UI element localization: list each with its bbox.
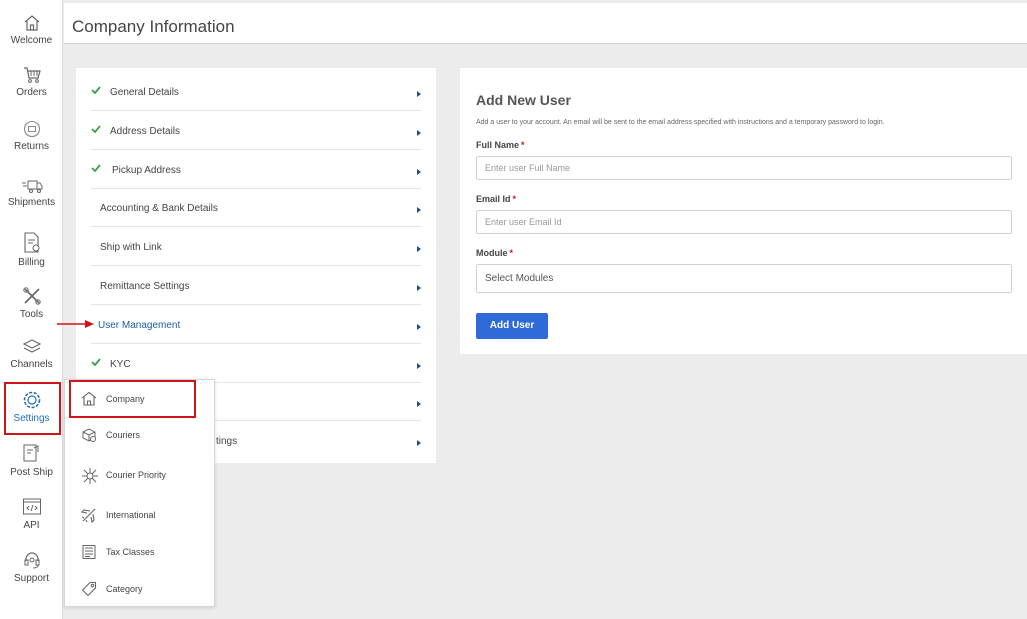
- nav-label: Channels: [10, 359, 53, 370]
- nav-label: Returns: [13, 141, 49, 152]
- popup-item-courier-priority[interactable]: Courier Priority: [65, 458, 214, 492]
- full-name-input[interactable]: Enter user Full Name: [476, 156, 1012, 180]
- tag-icon: [81, 581, 97, 597]
- form-subtitle: Add a user to your account. An email wil…: [476, 119, 885, 126]
- settings-highlight-box: [4, 382, 61, 435]
- check-icon: [91, 86, 101, 94]
- check-icon: [91, 358, 101, 366]
- menu-remittance-settings[interactable]: Remittance Settings: [91, 266, 421, 305]
- chevron-right-icon: [417, 130, 421, 136]
- popup-label: Couriers: [106, 430, 141, 440]
- home-icon: [24, 15, 39, 31]
- nav-billing[interactable]: Billing: [0, 232, 63, 284]
- add-user-button[interactable]: Add User: [476, 313, 548, 339]
- add-user-card: Add New User Add a user to your account.…: [460, 68, 1027, 354]
- full-name-label: Full Name *: [476, 140, 525, 150]
- nav-label: Shipments: [7, 197, 56, 208]
- nav-label: Post Ship: [10, 467, 53, 478]
- nav-post-ship[interactable]: Post Ship: [0, 444, 63, 496]
- nav-label: Tools: [19, 309, 44, 320]
- courier-box-icon: [82, 428, 96, 442]
- popup-item-international[interactable]: International: [65, 498, 214, 532]
- settings-popup-menu: Company Couriers Courier Priority Intern…: [64, 379, 215, 607]
- nav-api[interactable]: API: [0, 497, 63, 549]
- returns-icon: [23, 120, 40, 138]
- popup-item-couriers[interactable]: Couriers: [65, 418, 214, 452]
- nav-orders[interactable]: Orders: [0, 66, 63, 118]
- chevron-right-icon: [417, 363, 421, 369]
- menu-label: Accounting & Bank Details: [100, 203, 218, 214]
- cart-icon: [23, 67, 41, 83]
- popup-label: Category: [106, 584, 143, 594]
- chevron-right-icon: [417, 285, 421, 291]
- chevron-right-icon: [417, 324, 421, 330]
- popup-label: Courier Priority: [106, 470, 167, 480]
- popup-item-category[interactable]: Category: [65, 572, 214, 606]
- chevron-right-icon: [417, 169, 421, 175]
- airplane-icon: [81, 508, 96, 523]
- menu-ship-with-link[interactable]: Ship with Link: [91, 227, 421, 266]
- tools-icon: [22, 287, 41, 305]
- post-ship-icon: [23, 444, 38, 462]
- nav-returns[interactable]: Returns: [0, 120, 63, 172]
- nav-label: API: [23, 520, 40, 531]
- headset-icon: [24, 552, 39, 569]
- truck-icon: [21, 180, 42, 193]
- bill-icon: [23, 232, 39, 253]
- check-icon: [91, 164, 101, 172]
- menu-general-details[interactable]: General Details: [91, 72, 421, 111]
- label-text: Email Id: [476, 194, 511, 204]
- required-mark: *: [521, 140, 525, 150]
- nav-label: Welcome: [10, 35, 53, 46]
- label-text: Module: [476, 248, 508, 258]
- popup-label: Tax Classes: [106, 547, 155, 557]
- nav-shipments[interactable]: Shipments: [0, 178, 63, 230]
- left-nav-sidebar: Welcome Orders Returns Shipments Billing…: [0, 0, 63, 619]
- page-header: Company Information: [64, 3, 1027, 44]
- menu-kyc[interactable]: KYC: [91, 344, 421, 383]
- network-icon: [82, 468, 98, 484]
- nav-support[interactable]: Support: [0, 550, 63, 602]
- chevron-right-icon: [417, 440, 421, 446]
- menu-label: General Details: [110, 87, 179, 98]
- menu-label: Address Details: [110, 126, 181, 137]
- popup-item-tax-classes[interactable]: Tax Classes: [65, 535, 214, 569]
- menu-label: Remittance Settings: [100, 281, 190, 292]
- menu-label: Pickup Address: [112, 165, 181, 176]
- chevron-right-icon: [417, 207, 421, 213]
- chevron-right-icon: [417, 91, 421, 97]
- nav-label: Billing: [18, 257, 45, 268]
- menu-label: Ship with Link: [100, 242, 162, 253]
- menu-address-details[interactable]: Address Details: [91, 111, 421, 150]
- check-icon: [91, 125, 101, 133]
- nav-label: Orders: [16, 87, 47, 98]
- chevron-right-icon: [417, 401, 421, 407]
- email-label: Email Id *: [476, 194, 516, 204]
- menu-label: User Management: [98, 320, 181, 331]
- nav-label: Support: [13, 573, 50, 584]
- document-icon: [82, 545, 96, 559]
- menu-label: tings: [216, 436, 238, 447]
- required-mark: *: [509, 248, 514, 258]
- required-mark: *: [512, 194, 517, 204]
- code-icon: [22, 498, 41, 515]
- module-select[interactable]: Select Modules: [476, 264, 1012, 293]
- page-title: Company Information: [72, 17, 235, 36]
- menu-accounting-bank-details[interactable]: Accounting & Bank Details: [91, 188, 421, 227]
- nav-welcome[interactable]: Welcome: [0, 14, 63, 66]
- menu-label: KYC: [110, 359, 131, 370]
- menu-pickup-address[interactable]: Pickup Address: [91, 150, 421, 189]
- module-label: Module *: [476, 248, 513, 258]
- company-highlight-box: [69, 380, 196, 418]
- menu-user-management[interactable]: User Management: [91, 305, 421, 344]
- red-arrow-icon: [57, 320, 94, 328]
- form-title: Add New User: [476, 92, 571, 108]
- layers-icon: [22, 339, 41, 353]
- label-text: Full Name: [476, 140, 520, 150]
- chevron-right-icon: [417, 246, 421, 252]
- popup-label: International: [106, 510, 156, 520]
- nav-tools[interactable]: Tools: [0, 286, 63, 338]
- email-input[interactable]: Enter user Email Id: [476, 210, 1012, 234]
